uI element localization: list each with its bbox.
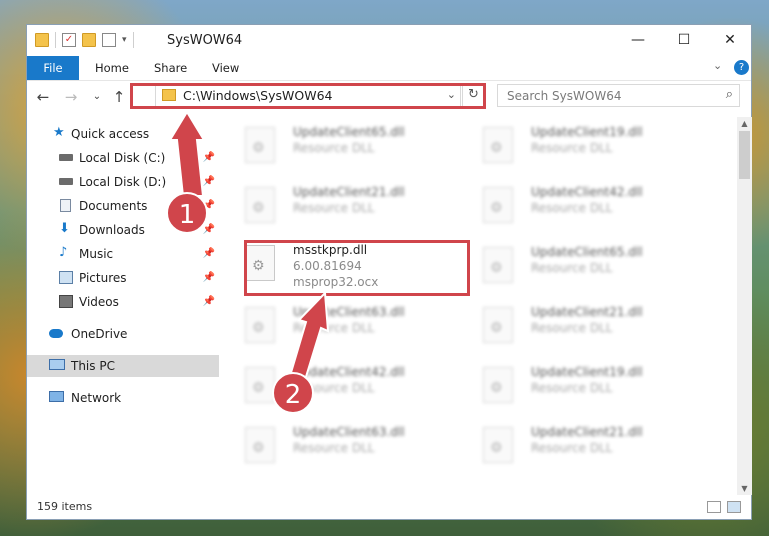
callout-arrows (168, 110, 330, 382)
arrow-2 (288, 290, 330, 382)
step-2-callout: 2 (272, 372, 314, 414)
step-1-callout: 1 (166, 192, 208, 234)
arrow-1 (168, 110, 206, 197)
